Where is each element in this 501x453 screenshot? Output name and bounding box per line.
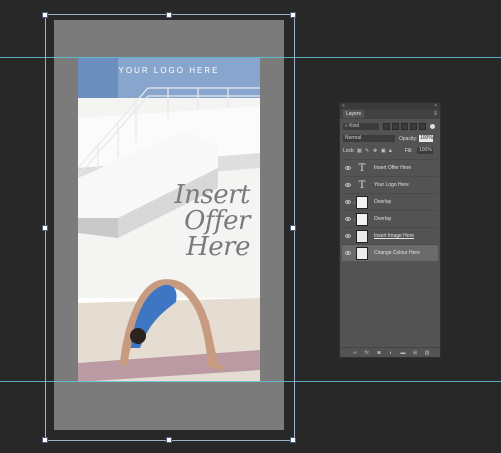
layer-name: Your Logo Here	[374, 182, 409, 188]
layers-panel: « × Layers ≡ ⌕ Kind Normal Opacity: 100%…	[339, 102, 441, 358]
tab-layers[interactable]: Layers	[343, 110, 365, 118]
layer-row[interactable]: Insert Image Here	[342, 227, 438, 244]
panel-tab-bar: Layers ≡	[340, 109, 440, 119]
link-icon[interactable]: ∞	[352, 350, 358, 356]
layer-thumbnail-icon	[356, 213, 368, 226]
transform-handle[interactable]	[42, 225, 48, 231]
new-layer-icon[interactable]: ⊞	[412, 350, 418, 356]
transform-handle[interactable]	[166, 437, 172, 443]
lock-transparent-icon[interactable]: ▦	[357, 146, 362, 156]
layer-name: Insert Image Here	[374, 233, 415, 239]
adjustment-filter-icon[interactable]	[392, 123, 399, 130]
panel-menu-icon[interactable]: ≡	[433, 110, 437, 118]
transform-handle[interactable]	[290, 437, 296, 443]
visibility-eye-icon[interactable]	[345, 200, 351, 204]
layer-thumbnail-icon	[356, 247, 368, 260]
transform-handle[interactable]	[290, 12, 296, 18]
shape-filter-icon[interactable]	[410, 123, 417, 130]
opacity-label: Opacity:	[399, 136, 418, 142]
type-filter-icon[interactable]	[401, 123, 408, 130]
pixel-filter-icon[interactable]	[383, 123, 390, 130]
smart-object-thumbnail-icon	[356, 230, 368, 243]
visibility-eye-icon[interactable]	[345, 217, 351, 221]
type-layer-icon: T	[358, 180, 366, 191]
layer-row[interactable]: ↓ Overlay	[342, 193, 438, 210]
filter-kind-select[interactable]: ⌕ Kind	[343, 123, 379, 130]
lock-all-icon[interactable]: 🔒︎	[389, 146, 392, 156]
transform-bounding-box[interactable]	[45, 14, 295, 441]
layer-name: Change Colour Here	[374, 250, 420, 256]
fx-icon[interactable]: fx	[364, 350, 370, 356]
lock-image-icon[interactable]: ✎	[365, 146, 369, 156]
layer-name: Overlay	[374, 199, 392, 205]
blend-row: Normal Opacity: 100%	[343, 134, 437, 144]
smart-object-filter-icon[interactable]	[419, 123, 426, 130]
folder-icon[interactable]: ▬	[400, 350, 406, 356]
adjustment-icon[interactable]: ◐	[388, 350, 394, 356]
layer-row[interactable]: T Insert Offer Here	[342, 159, 438, 176]
layer-row-selected[interactable]: Change Colour Here	[342, 244, 438, 261]
lock-row: Lock: ▦ ✎ ✥ ▣ 🔒︎ Fill: 100%	[343, 146, 437, 156]
transform-handle[interactable]	[290, 225, 296, 231]
layer-thumbnail-icon	[356, 196, 368, 209]
layer-name: Overlay	[374, 216, 392, 222]
filter-kind-value: Kind	[349, 123, 360, 129]
opacity-field[interactable]: 100%	[419, 135, 433, 142]
layer-name: Insert Offer Here	[374, 165, 412, 171]
visibility-eye-icon[interactable]	[345, 251, 351, 255]
layer-row[interactable]: ↓ Overlay	[342, 210, 438, 227]
transform-handle[interactable]	[166, 12, 172, 18]
transform-handle[interactable]	[42, 437, 48, 443]
type-layer-icon: T	[358, 163, 366, 174]
filter-toggle-icon[interactable]	[430, 124, 435, 129]
visibility-eye-icon[interactable]	[345, 234, 351, 238]
trash-icon[interactable]: ▥	[424, 350, 430, 356]
mask-icon[interactable]: ◙	[376, 350, 382, 356]
lock-position-icon[interactable]: ✥	[373, 146, 377, 156]
transform-handle[interactable]	[42, 12, 48, 18]
fill-field[interactable]: 100%	[417, 147, 433, 154]
lock-label: Lock:	[343, 148, 355, 154]
lock-artboard-icon[interactable]: ▣	[381, 146, 386, 156]
fill-label: Fill:	[405, 148, 413, 154]
layer-row[interactable]: T Your Logo Here	[342, 176, 438, 193]
visibility-eye-icon[interactable]	[345, 183, 351, 187]
panel-footer: ∞ fx ◙ ◐ ▬ ⊞ ▥	[340, 347, 440, 357]
layers-list: T Insert Offer Here T Your Logo Here ↓ O…	[342, 159, 438, 345]
blend-mode-select[interactable]: Normal	[343, 135, 395, 142]
filter-row: ⌕ Kind	[343, 122, 437, 132]
visibility-eye-icon[interactable]	[345, 166, 351, 170]
